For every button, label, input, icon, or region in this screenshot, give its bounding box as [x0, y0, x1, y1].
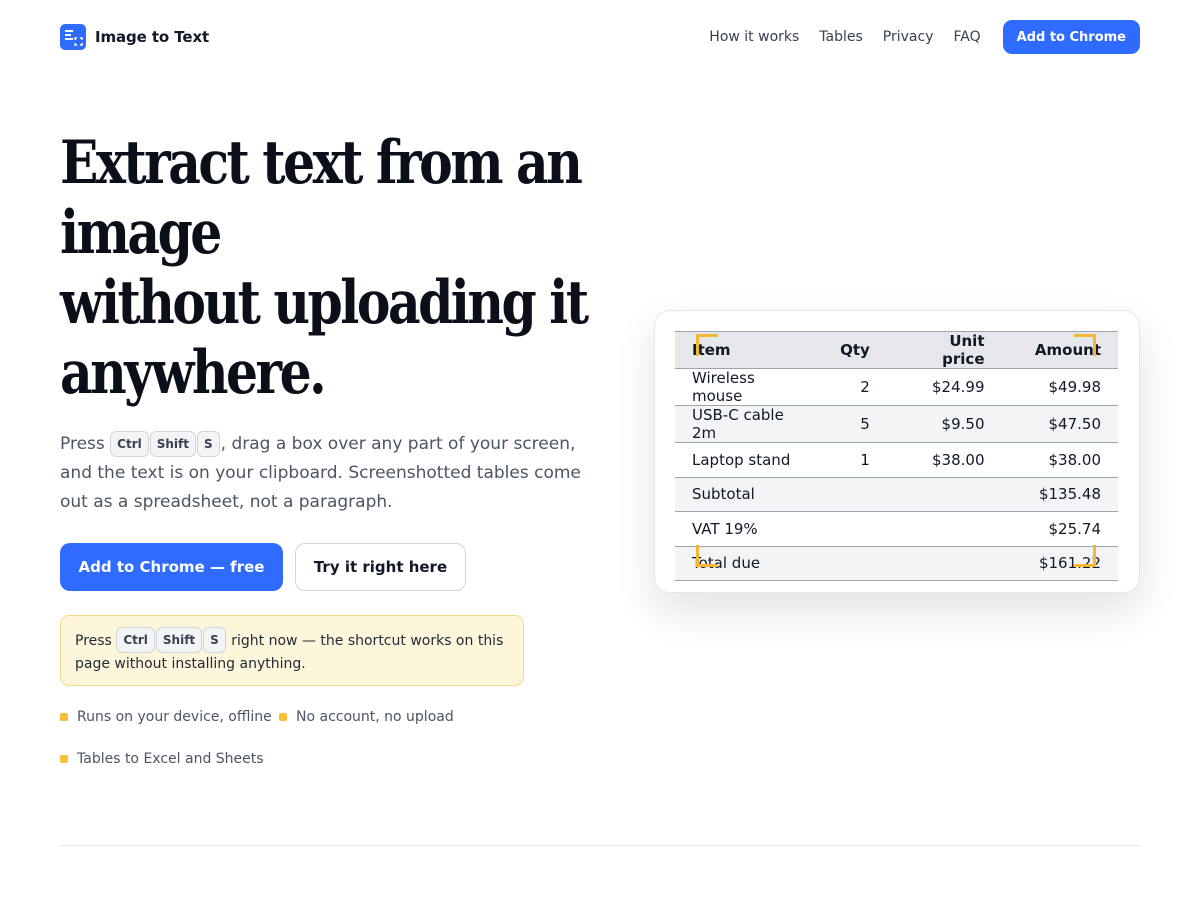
- table-cell: $135.48: [1001, 476, 1118, 512]
- bullet-icon: [60, 755, 68, 763]
- key-shift: Shift: [149, 431, 196, 457]
- demo-table-card: Item Qty Unit price Amount Wireless mous…: [654, 310, 1140, 593]
- table-cell: [886, 545, 1002, 581]
- table-row: Laptop stand 1 $38.00 $38.00: [675, 442, 1118, 478]
- feature-item: Runs on your device, offline: [60, 709, 272, 725]
- table-cell: $9.50: [886, 405, 1002, 443]
- brand-name: Image to Text: [95, 28, 210, 46]
- hero-title-line: image: [60, 198, 222, 268]
- key-shift: Shift: [155, 627, 203, 653]
- hero-title: Extract text from an image without uploa…: [60, 128, 589, 408]
- document-scan-icon: [60, 24, 86, 50]
- hero-title-line: Extract text from an: [60, 128, 583, 198]
- table-row: Total due $161.22: [675, 545, 1118, 581]
- table-cell: $47.50: [1001, 405, 1118, 443]
- feature-label: Runs on your device, offline: [77, 709, 272, 725]
- table-cell: $49.98: [1001, 368, 1118, 406]
- feature-item: Tables to Excel and Sheets: [60, 751, 264, 767]
- column-header-unit-price: Unit price: [886, 331, 1002, 369]
- hero-title-line: anywhere.: [60, 338, 327, 408]
- nav-link-tables[interactable]: Tables: [819, 20, 863, 54]
- table-cell: Wireless mouse: [675, 368, 824, 406]
- feature-label: Tables to Excel and Sheets: [77, 751, 264, 767]
- key-ctrl: Ctrl: [116, 627, 155, 653]
- table-cell: Total due: [675, 545, 824, 581]
- table-row: USB-C cable 2m 5 $9.50 $47.50: [675, 405, 1118, 443]
- table-cell: [886, 476, 1002, 512]
- hero-actions: Add to Chrome — free Try it right here: [60, 543, 466, 591]
- nav-link-privacy[interactable]: Privacy: [883, 20, 934, 54]
- brand[interactable]: Image to Text: [60, 24, 209, 50]
- try-it-button[interactable]: Try it right here: [295, 543, 466, 591]
- subtitle-press: Press: [60, 434, 105, 454]
- nav-link-faq[interactable]: FAQ: [954, 20, 981, 54]
- table-cell: Subtotal: [675, 476, 824, 512]
- shortcut-tip: Press Ctrl Shift S right now — the shortcu…: [60, 615, 524, 686]
- section-divider: [60, 845, 1140, 846]
- hero-subtitle: Press Ctrl Shift S, drag a box over any pa…: [60, 430, 590, 517]
- add-to-chrome-nav-button[interactable]: Add to Chrome: [1002, 20, 1140, 54]
- table-cell: [823, 476, 887, 512]
- feature-item: No account, no upload: [279, 709, 454, 725]
- column-header-qty: Qty: [823, 331, 887, 369]
- table-cell: $25.74: [1001, 511, 1118, 547]
- table-cell: 2: [823, 368, 887, 406]
- add-to-chrome-button[interactable]: Add to Chrome — free: [60, 543, 283, 591]
- bullet-icon: [279, 713, 287, 721]
- bullet-icon: [60, 713, 68, 721]
- key-ctrl: Ctrl: [110, 431, 149, 457]
- key-s: S: [203, 627, 226, 653]
- table-row: Wireless mouse 2 $24.99 $49.98: [675, 368, 1118, 406]
- nav-links: How it works Tables Privacy FAQ Add to C…: [709, 20, 1140, 54]
- table-cell: [823, 511, 887, 547]
- table-cell: $161.22: [1001, 545, 1118, 581]
- table-cell: $38.00: [886, 442, 1002, 478]
- tip-press: Press: [75, 633, 112, 649]
- column-header-item: Item: [675, 331, 824, 369]
- column-header-amount: Amount: [1001, 331, 1118, 369]
- table-cell: [823, 545, 887, 581]
- nav-link-how-it-works[interactable]: How it works: [709, 20, 799, 54]
- table-header-row: Item Qty Unit price Amount: [675, 331, 1118, 369]
- key-s: S: [197, 431, 220, 457]
- table-cell: USB-C cable 2m: [675, 405, 824, 443]
- table-cell: 5: [823, 405, 887, 443]
- table-cell: Laptop stand: [675, 442, 824, 478]
- invoice-table: Item Qty Unit price Amount Wireless mous…: [675, 331, 1118, 581]
- table-row: Subtotal $135.48: [675, 476, 1118, 512]
- table-cell: [886, 511, 1002, 547]
- feature-label: No account, no upload: [296, 709, 454, 725]
- table-cell: $38.00: [1001, 442, 1118, 478]
- hero-title-line: without uploading it: [60, 268, 589, 338]
- table-cell: $24.99: [886, 368, 1002, 406]
- table-row: VAT 19% $25.74: [675, 511, 1118, 547]
- table-cell: 1: [823, 442, 887, 478]
- table-cell: VAT 19%: [675, 511, 824, 547]
- top-nav: Image to Text How it works Tables Privac…: [60, 20, 1140, 54]
